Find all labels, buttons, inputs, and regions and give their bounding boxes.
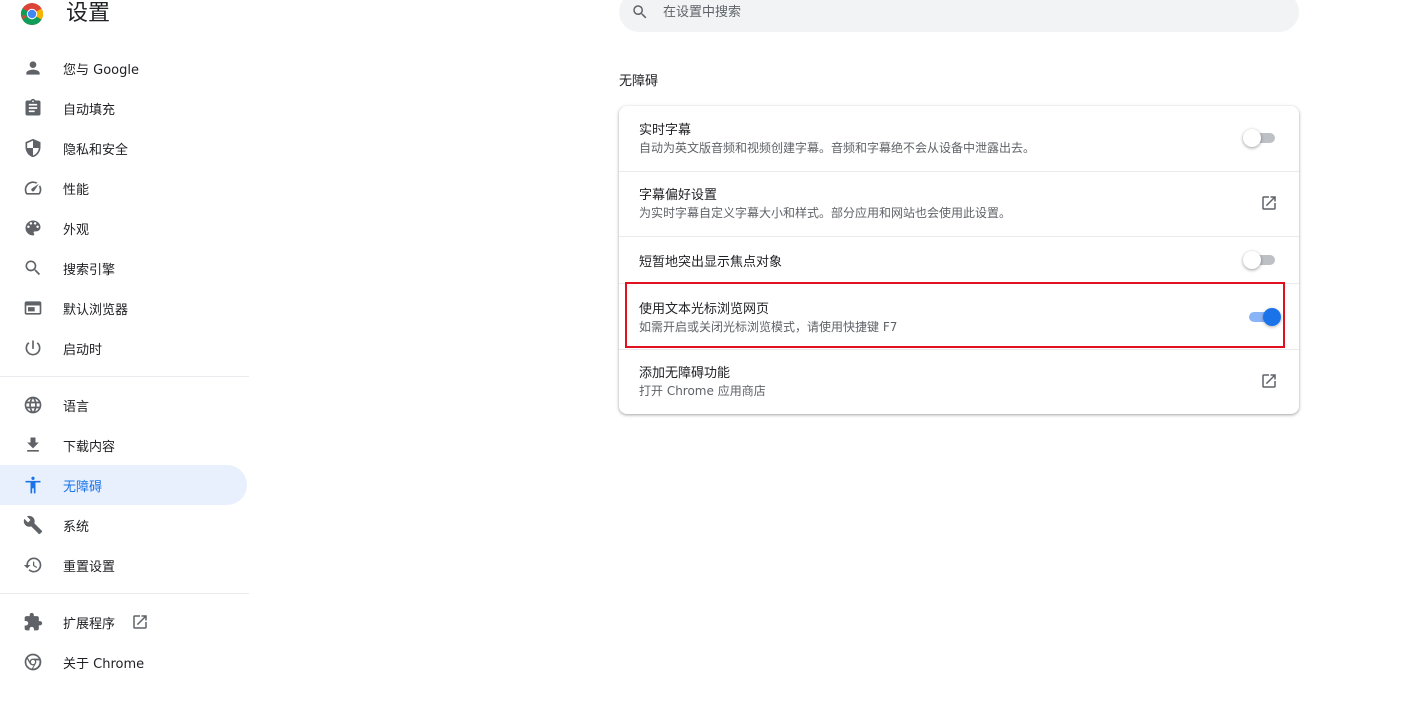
section-title: 无障碍 (619, 74, 659, 89)
sidebar-item-default-browser[interactable]: 默认浏览器 (0, 288, 247, 328)
chrome-logo-icon (20, 3, 44, 26)
sidebar-item-you-and-google[interactable]: 您与 Google (0, 48, 247, 88)
caret-browsing-toggle[interactable] (1247, 307, 1281, 327)
person-icon (22, 57, 44, 79)
sidebar-item-accessibility[interactable]: 无障碍 (0, 465, 247, 505)
sidebar-item-label: 重置设置 (63, 559, 116, 575)
history-icon (22, 554, 44, 576)
sidebar-item-label: 隐私和安全 (63, 142, 129, 158)
focus-highlight-toggle[interactable] (1243, 250, 1277, 270)
puzzle-icon (22, 611, 44, 633)
search-input[interactable] (663, 0, 1263, 24)
setting-title: 实时字幕 (639, 123, 692, 138)
setting-row-caret-browsing: 使用文本光标浏览网页 如需开启或关闭光标浏览模式，请使用快捷键 F7 (619, 283, 1299, 349)
sidebar-divider (0, 593, 249, 594)
setting-row-caption-preferences[interactable]: 字幕偏好设置 为实时字幕自定义字幕大小和样式。部分应用和网站也会使用此设置。 (619, 171, 1299, 236)
sidebar: 您与 Google 自动填充 隐私和安全 性能 外观 搜索引擎 默认浏览器 启动… (0, 48, 249, 682)
setting-title: 添加无障碍功能 (639, 366, 731, 381)
setting-title: 使用文本光标浏览网页 (639, 302, 770, 317)
sidebar-item-label: 默认浏览器 (63, 302, 129, 318)
speedometer-icon (22, 177, 44, 199)
toggle-knob (1243, 251, 1261, 269)
sidebar-item-extensions[interactable]: 扩展程序 (0, 602, 247, 642)
sidebar-item-on-startup[interactable]: 启动时 (0, 328, 247, 368)
sidebar-item-label: 无障碍 (63, 479, 103, 495)
search-icon (22, 257, 44, 279)
live-caption-toggle[interactable] (1243, 128, 1277, 148)
sidebar-item-performance[interactable]: 性能 (0, 168, 247, 208)
sidebar-item-label: 下载内容 (63, 439, 116, 455)
globe-icon (22, 394, 44, 416)
sidebar-item-system[interactable]: 系统 (0, 505, 247, 545)
sidebar-item-label: 扩展程序 (63, 616, 116, 632)
palette-icon (22, 217, 44, 239)
sidebar-item-label: 外观 (63, 222, 90, 238)
sidebar-item-about-chrome[interactable]: 关于 Chrome (0, 642, 247, 682)
shield-icon (22, 137, 44, 159)
open-in-new-icon[interactable] (1260, 372, 1280, 392)
setting-row-live-caption: 实时字幕 自动为英文版音频和视频创建字幕。音频和字幕绝不会从设备中泄露出去。 (619, 106, 1299, 171)
accessibility-settings-card: 实时字幕 自动为英文版音频和视频创建字幕。音频和字幕绝不会从设备中泄露出去。 字… (619, 106, 1299, 414)
setting-title: 短暂地突出显示焦点对象 (639, 255, 783, 270)
setting-title: 字幕偏好设置 (639, 188, 718, 203)
download-icon (22, 434, 44, 456)
sidebar-item-label: 语言 (63, 399, 90, 415)
setting-row-add-accessibility-features[interactable]: 添加无障碍功能 打开 Chrome 应用商店 (619, 349, 1299, 414)
toggle-knob (1263, 308, 1281, 326)
accessibility-icon (22, 474, 44, 496)
power-icon (22, 337, 44, 359)
open-in-new-icon[interactable] (1260, 194, 1280, 214)
sidebar-item-privacy[interactable]: 隐私和安全 (0, 128, 247, 168)
sidebar-item-label: 关于 Chrome (63, 656, 145, 672)
setting-subtitle: 自动为英文版音频和视频创建字幕。音频和字幕绝不会从设备中泄露出去。 (639, 141, 1036, 155)
toggle-knob (1243, 129, 1261, 147)
sidebar-divider (0, 376, 249, 377)
setting-subtitle: 为实时字幕自定义字幕大小和样式。部分应用和网站也会使用此设置。 (639, 206, 1012, 220)
sidebar-item-autofill[interactable]: 自动填充 (0, 88, 247, 128)
clipboard-icon (22, 97, 44, 119)
sidebar-item-label: 您与 Google (63, 62, 139, 78)
sidebar-item-reset[interactable]: 重置设置 (0, 545, 247, 585)
sidebar-item-label: 自动填充 (63, 102, 116, 118)
search-box[interactable] (619, 0, 1299, 32)
sidebar-item-label: 系统 (63, 519, 90, 535)
wrench-icon (22, 514, 44, 536)
sidebar-item-label: 搜索引擎 (63, 262, 116, 278)
browser-window-icon (22, 297, 44, 319)
sidebar-item-downloads[interactable]: 下载内容 (0, 425, 247, 465)
open-in-new-icon (131, 612, 151, 632)
sidebar-item-label: 性能 (63, 182, 90, 198)
sidebar-item-appearance[interactable]: 外观 (0, 208, 247, 248)
setting-row-focus-highlight: 短暂地突出显示焦点对象 (619, 236, 1299, 283)
sidebar-item-label: 启动时 (63, 342, 103, 358)
sidebar-item-search-engine[interactable]: 搜索引擎 (0, 248, 247, 288)
sidebar-item-languages[interactable]: 语言 (0, 385, 247, 425)
setting-subtitle: 打开 Chrome 应用商店 (639, 384, 766, 398)
chrome-icon (22, 651, 44, 673)
search-icon (633, 5, 647, 19)
page-title: 设置 (66, 1, 111, 26)
setting-subtitle: 如需开启或关闭光标浏览模式，请使用快捷键 F7 (639, 320, 898, 334)
